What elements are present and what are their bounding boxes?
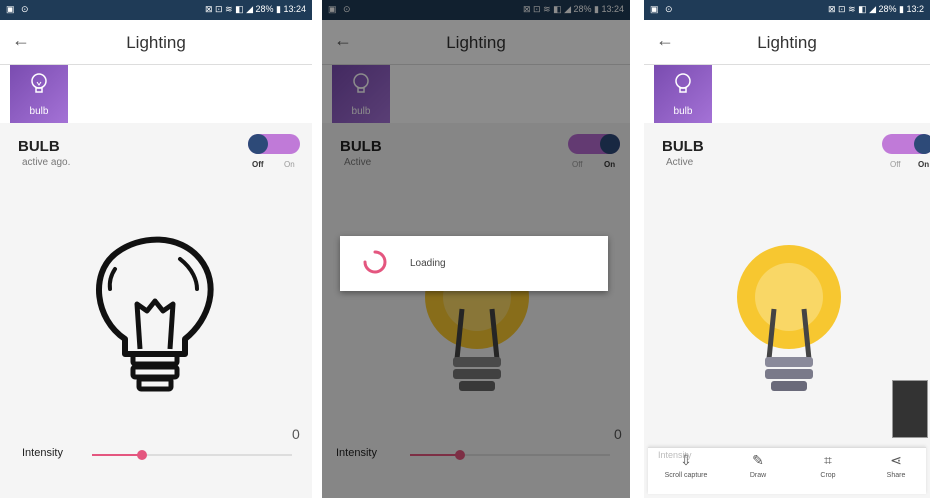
status-bar: ▣ ⊙ ⊠ ⊡ ≋ ◧ ◢ 28% ▮ 13:2 [644,0,930,20]
screenshot-toolbar: Intensity ⇩ Scroll capture ✎ Draw ⌗ Crop… [648,447,926,494]
toggle-knob [248,134,268,154]
toggle-on-label: On [918,160,930,169]
tile-label: bulb [29,106,49,117]
power-toggle[interactable] [882,134,930,154]
draw-icon: ✎ [752,452,764,468]
toggle-on-label: On [284,160,295,169]
share-button[interactable]: ⋖ Share [866,452,926,479]
page-title: Lighting [126,33,186,52]
app-bar: ← Lighting [0,20,312,65]
device-name: BULB [18,138,60,155]
bulb-off-icon[interactable] [85,229,225,399]
draw-button[interactable]: ✎ Draw [728,452,788,479]
crop-label: Crop [820,472,836,479]
screen-lighting-off: ▣ ⊙ ⊠ ⊡ ≋ ◧ ◢ 28% ▮ 13:24 ← Lighting bul… [0,0,312,498]
status-left: ▣ ⊙ [650,4,675,14]
page-title: Lighting [757,33,817,52]
screenshot-thumbnail[interactable] [892,380,928,438]
tile-label: bulb [673,106,693,117]
share-label: Share [886,472,906,479]
status-bar: ▣ ⊙ ⊠ ⊡ ≋ ◧ ◢ 28% ▮ 13:24 [0,0,312,20]
status-right: ⊠ ⊡ ≋ ◧ ◢ 28% ▮ 13:2 [827,4,924,14]
toggle-knob [914,134,930,154]
slider-thumb[interactable] [137,450,147,460]
power-toggle[interactable] [248,134,300,154]
scroll-capture-button[interactable]: ⇩ Scroll capture [656,452,716,479]
toggle-off-label: Off [890,160,901,169]
app-bar: ← Lighting [644,20,930,65]
bulb-on-icon[interactable] [719,239,859,404]
intensity-value: 0 [292,426,300,442]
crop-button[interactable]: ⌗ Crop [798,452,858,479]
bulb-tile[interactable]: bulb [654,65,712,123]
scroll-capture-icon: ⇩ [680,452,692,468]
device-tiles: bulb [644,65,930,123]
device-status: Active [666,157,694,168]
device-panel: BULB Active Off On [644,124,930,498]
intensity-label: Intensity [22,447,63,459]
scroll-capture-label: Scroll capture [664,472,708,479]
share-icon: ⋖ [890,452,902,468]
screen-lighting-on: ▣ ⊙ ⊠ ⊡ ≋ ◧ ◢ 28% ▮ 13:2 ← Lighting bulb… [644,0,930,498]
device-status: active ago. [22,157,71,168]
loading-dialog: Loading [340,236,608,291]
bulb-icon [31,73,47,93]
toggle-off-label: Off [252,160,264,169]
status-left: ▣ ⊙ [6,4,31,14]
screen-lighting-loading: ▣ ⊙ ⊠ ⊡ ≋ ◧ ◢ 28% ▮ 13:24 ← Lighting bul… [322,0,630,498]
loading-spinner-icon [363,250,387,274]
draw-label: Draw [749,472,767,479]
slider-fill [92,454,142,456]
bulb-tile[interactable]: bulb [10,65,68,123]
loading-text: Loading [410,258,446,269]
device-name: BULB [662,138,704,155]
device-panel: BULB active ago. Off On 0 Intensity [0,124,312,498]
intensity-slider[interactable] [92,450,292,460]
status-right: ⊠ ⊡ ≋ ◧ ◢ 28% ▮ 13:24 [204,4,306,14]
crop-icon: ⌗ [824,452,832,468]
device-tiles: bulb [0,65,312,123]
bulb-icon [675,73,691,93]
